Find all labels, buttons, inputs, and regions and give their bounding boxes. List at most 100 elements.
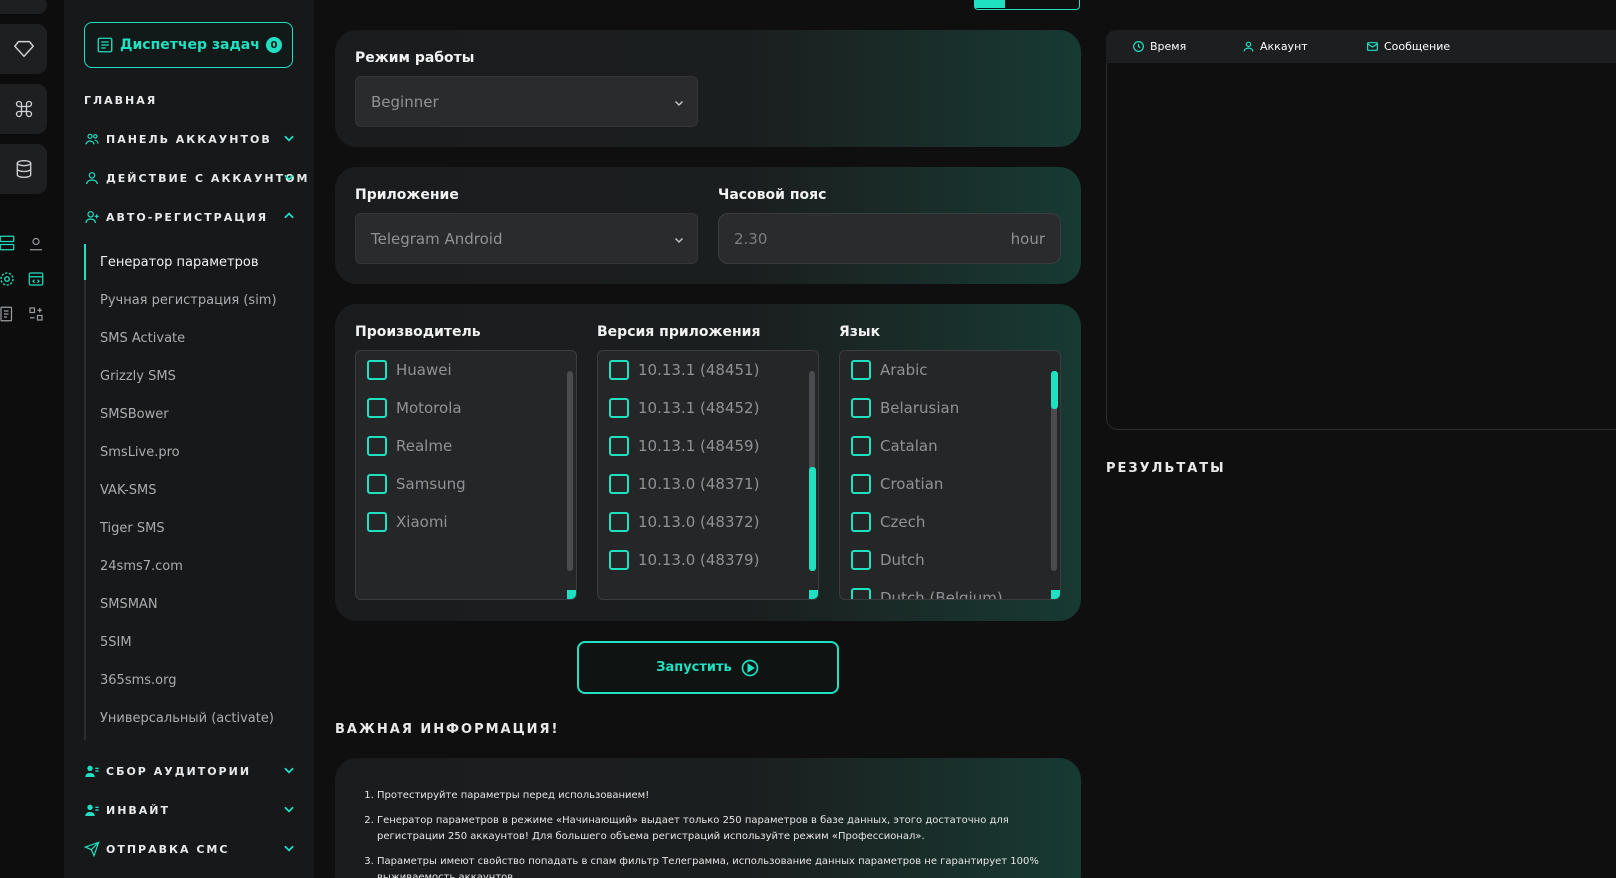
option-label: Dutch (Belgium)	[880, 589, 1003, 600]
scrollbar-thumb[interactable]	[1051, 371, 1058, 409]
sidebar-item-5sim[interactable]: 5SIM	[100, 635, 132, 650]
checkbox[interactable]	[367, 398, 387, 418]
section-account-action[interactable]: ДЕЙСТВИЕ С АККАУНТОМ	[84, 170, 309, 186]
chevron-up-icon[interactable]	[282, 209, 296, 223]
app-version-label: Версия приложения	[597, 324, 761, 340]
section-accounts-panel[interactable]: ПАНЕЛЬ АККАУНТОВ	[84, 131, 293, 147]
sidebar-item-smsbower[interactable]: SMSBower	[100, 407, 169, 422]
version-option[interactable]: 10.13.0 (48379)	[609, 550, 759, 570]
sidebar-item-grizzly-sms[interactable]: Grizzly SMS	[100, 369, 176, 384]
manufacturer-option[interactable]: Realme	[367, 436, 452, 456]
checkbox[interactable]	[367, 360, 387, 380]
language-option[interactable]: Dutch	[851, 550, 925, 570]
language-option[interactable]: Catalan	[851, 436, 938, 456]
chevron-down-icon[interactable]	[282, 763, 296, 777]
scrollbar-track[interactable]	[567, 371, 573, 571]
chevron-down-icon[interactable]	[282, 802, 296, 816]
section-auto-registration[interactable]: АВТО-РЕГИСТРАЦИЯ	[84, 209, 268, 225]
option-label: 10.13.0 (48372)	[638, 513, 760, 531]
checkbox[interactable]	[609, 360, 629, 380]
section-audience[interactable]: СБОР АУДИТОРИИ	[84, 763, 251, 779]
rail-location-icon[interactable]	[25, 232, 47, 254]
rail-list-icon[interactable]	[0, 303, 18, 325]
checkbox[interactable]	[851, 588, 871, 599]
manufacturer-option[interactable]: Motorola	[367, 398, 462, 418]
tab-time[interactable]: Время	[1132, 40, 1186, 53]
manufacturer-option[interactable]: Samsung	[367, 474, 466, 494]
version-option[interactable]: 10.13.1 (48459)	[609, 436, 759, 456]
checkbox[interactable]	[851, 550, 871, 570]
language-list[interactable]: Arabic Belarusian Catalan Croatian Czech…	[839, 350, 1061, 600]
sidebar-item-tiger-sms[interactable]: Tiger SMS	[100, 521, 165, 536]
checkbox[interactable]	[851, 436, 871, 456]
checkbox[interactable]	[609, 474, 629, 494]
rail-database-button[interactable]	[0, 144, 47, 194]
audience-icon	[85, 765, 99, 777]
chevron-down-icon[interactable]	[282, 170, 296, 184]
checkbox[interactable]	[851, 512, 871, 532]
sidebar-item-smslive[interactable]: SmsLive.pro	[100, 445, 180, 460]
checkbox[interactable]	[367, 436, 387, 456]
rail-button-top[interactable]	[0, 0, 47, 14]
checkbox[interactable]	[367, 474, 387, 494]
rail-code-window-icon[interactable]	[25, 268, 47, 290]
app-value: Telegram Android	[371, 229, 503, 248]
resize-grip[interactable]	[567, 590, 576, 599]
app-label: Приложение	[355, 187, 459, 203]
scrollbar-thumb[interactable]	[809, 467, 816, 571]
checkbox[interactable]	[367, 512, 387, 532]
rail-gear-icon[interactable]	[0, 268, 18, 290]
section-label: СБОР АУДИТОРИИ	[106, 764, 252, 778]
rail-diamond-button[interactable]	[0, 24, 47, 74]
sidebar-item-universal-activate[interactable]: Универсальный (activate)	[100, 711, 274, 726]
sidebar-item-sms-activate[interactable]: SMS Activate	[100, 331, 185, 346]
top-toggle[interactable]	[974, 0, 1080, 10]
user-plus-icon	[85, 211, 99, 224]
sidebar-item-manual-registration[interactable]: Ручная регистрация (sim)	[100, 293, 277, 308]
version-option[interactable]: 10.13.1 (48451)	[609, 360, 759, 380]
version-option[interactable]: 10.13.1 (48452)	[609, 398, 759, 418]
checkbox[interactable]	[851, 398, 871, 418]
language-option[interactable]: Czech	[851, 512, 925, 532]
app-select[interactable]: Telegram Android	[355, 213, 698, 264]
manufacturer-option[interactable]: Huawei	[367, 360, 452, 380]
manufacturer-option[interactable]: Xiaomi	[367, 512, 448, 532]
version-option[interactable]: 10.13.0 (48372)	[609, 512, 759, 532]
sidebar-item-24sms7[interactable]: 24sms7.com	[100, 559, 183, 574]
main-section-label[interactable]: ГЛАВНАЯ	[84, 94, 157, 107]
rail-grid-icon[interactable]	[25, 303, 47, 325]
checkbox[interactable]	[609, 436, 629, 456]
chevron-down-icon[interactable]	[282, 131, 296, 145]
task-manager-button[interactable]: Диспетчер задач 0	[84, 22, 293, 68]
language-option[interactable]: Dutch (Belgium)	[851, 588, 1003, 600]
sidebar-item-vak-sms[interactable]: VAK-SMS	[100, 483, 157, 498]
section-send-sms[interactable]: ОТПРАВКА СМС	[84, 841, 229, 857]
rail-command-button[interactable]	[0, 84, 47, 134]
tab-message[interactable]: Сообщение	[1366, 40, 1450, 53]
chevron-down-icon[interactable]	[282, 841, 296, 855]
app-version-list[interactable]: 10.13.1 (48451) 10.13.1 (48452) 10.13.1 …	[597, 350, 819, 600]
rail-server-icon[interactable]	[0, 232, 18, 254]
checkbox[interactable]	[609, 512, 629, 532]
language-option[interactable]: Croatian	[851, 474, 943, 494]
checkbox[interactable]	[851, 360, 871, 380]
sidebar-item-365sms[interactable]: 365sms.org	[100, 673, 176, 688]
language-option[interactable]: Belarusian	[851, 398, 959, 418]
resize-grip[interactable]	[809, 590, 818, 599]
section-invite[interactable]: ИНВАЙТ	[84, 802, 170, 818]
resize-grip[interactable]	[1051, 590, 1060, 599]
manufacturer-list[interactable]: Huawei Motorola Realme Samsung Xiaomi	[355, 350, 577, 600]
language-option[interactable]: Arabic	[851, 360, 928, 380]
checkbox[interactable]	[609, 550, 629, 570]
sidebar-item-smsman[interactable]: SMSMAN	[100, 597, 158, 612]
tab-account[interactable]: Аккаунт	[1242, 40, 1308, 53]
timezone-input[interactable]: 2.30 hour	[718, 213, 1061, 264]
timezone-unit: hour	[1010, 229, 1045, 248]
version-option[interactable]: 10.13.0 (48371)	[609, 474, 759, 494]
checkbox[interactable]	[851, 474, 871, 494]
sidebar-item-param-generator[interactable]: Генератор параметров	[100, 255, 258, 270]
option-label: Czech	[880, 513, 926, 531]
run-button[interactable]: Запустить	[577, 641, 839, 694]
checkbox[interactable]	[609, 398, 629, 418]
mode-select[interactable]: Beginner	[355, 76, 698, 127]
